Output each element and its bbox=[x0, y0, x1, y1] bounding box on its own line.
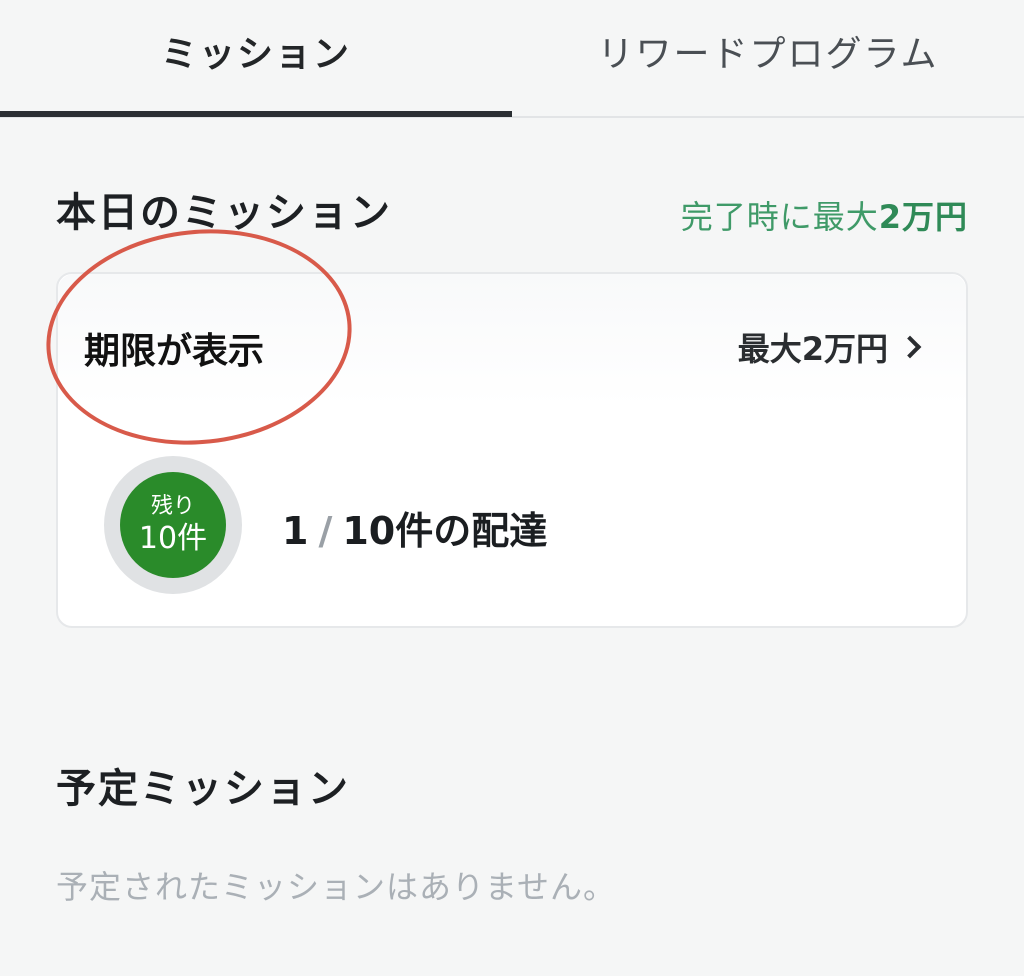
max-reward-amount: 2万円 bbox=[878, 198, 968, 236]
chevron-right-icon bbox=[898, 335, 922, 359]
progress-ring: 残り 10件 bbox=[104, 456, 242, 594]
remaining-label: 残り bbox=[150, 494, 195, 519]
tab-bar: ミッション リワードプログラム bbox=[0, 0, 1024, 118]
card-reward-link[interactable]: 最大2万円 bbox=[737, 324, 922, 370]
tab-missions[interactable]: ミッション bbox=[0, 0, 512, 118]
delivery-progress: 1 / 10件の配達 bbox=[282, 500, 547, 555]
active-tab-indicator bbox=[0, 111, 512, 117]
progress-separator: / bbox=[318, 509, 333, 553]
progress-current: 1 bbox=[282, 509, 309, 553]
max-reward-header: 完了時に最大2万円 bbox=[681, 192, 968, 238]
remaining-count: 10件 bbox=[138, 521, 208, 556]
card-reward-label: 最大2万円 bbox=[737, 330, 888, 368]
remaining-badge: 残り 10件 bbox=[120, 472, 226, 578]
empty-planned-message: 予定されたミッションはありません。 bbox=[56, 868, 617, 906]
planned-missions-title: 予定ミッション bbox=[56, 766, 350, 812]
max-reward-prefix: 完了時に最大 bbox=[680, 198, 879, 236]
tab-reward-program[interactable]: リワードプログラム bbox=[512, 0, 1024, 118]
progress-total: 10件の配達 bbox=[342, 509, 548, 553]
